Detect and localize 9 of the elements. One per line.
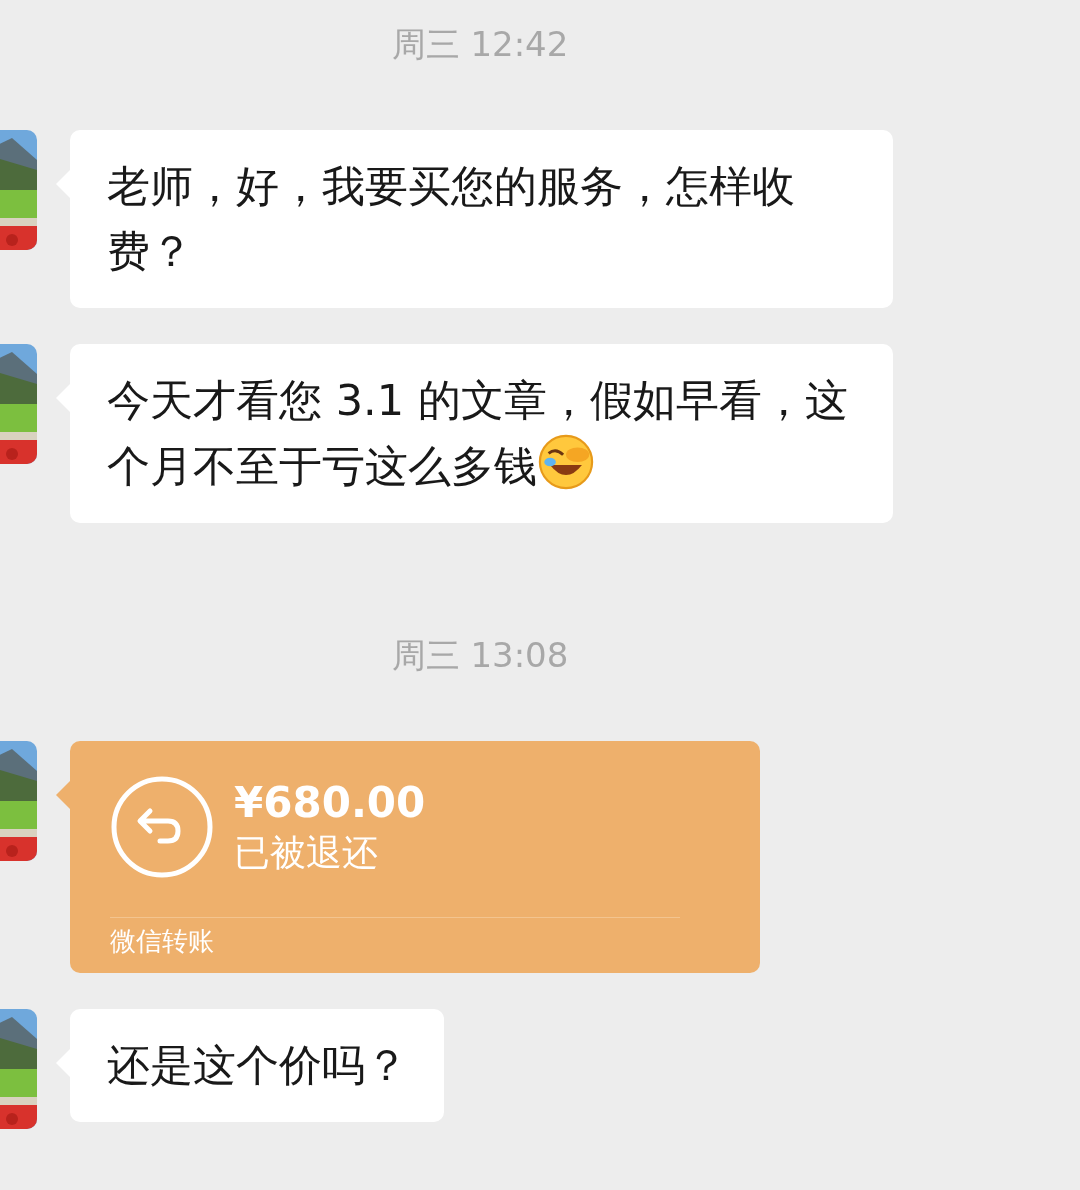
message-bubble: 今天才看您 3.1 的文章，假如早看，这个月不至于亏这么多钱: [70, 344, 893, 523]
message-bubble: 老师，好，我要买您的服务，怎样收费？: [70, 130, 893, 308]
transfer-amount: ¥680.00: [234, 777, 426, 829]
timestamp: 周三 13:08: [391, 634, 569, 677]
transfer-label: 微信转账: [110, 917, 680, 959]
transfer-card[interactable]: ¥680.00 已被退还 微信转账: [70, 741, 760, 973]
transfer-status: 已被退还: [234, 831, 379, 875]
message-bubble: 还是这个价吗？: [70, 1009, 444, 1122]
timestamp: 周三 12:42: [391, 23, 569, 66]
